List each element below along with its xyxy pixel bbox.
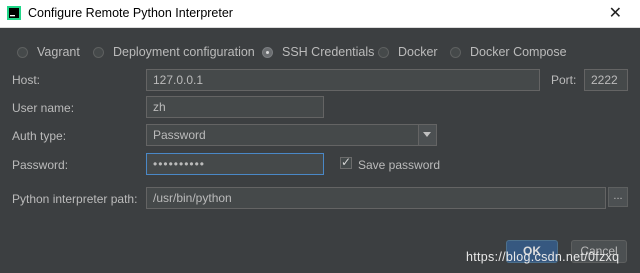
radio-button[interactable] (17, 46, 28, 58)
radio-label: Deployment configuration (113, 45, 255, 59)
dialog-title: Configure Remote Python Interpreter (28, 6, 233, 20)
radio-label: Docker Compose (470, 45, 567, 59)
port-input[interactable]: 2222 (584, 69, 628, 91)
radio-label: Vagrant (37, 45, 80, 59)
auth-type-select[interactable]: Password (146, 124, 437, 146)
radio-docker[interactable]: Docker (378, 44, 438, 60)
radio-ssh-credentials[interactable]: SSH Credentials (262, 44, 374, 60)
radio-label: Docker (398, 45, 438, 59)
radio-label: SSH Credentials (282, 45, 375, 59)
radio-docker-compose[interactable]: Docker Compose (450, 44, 567, 60)
password-input[interactable]: •••••••••• (146, 153, 324, 175)
close-icon[interactable]: ✕ (609, 3, 622, 23)
host-label: Host: (12, 73, 41, 87)
browse-button[interactable]: ... (608, 187, 628, 207)
radio-button[interactable] (378, 46, 389, 58)
username-input[interactable]: zh (146, 96, 324, 118)
radio-deployment-configuration[interactable]: Deployment configuration (93, 44, 255, 60)
password-label: Password: (12, 158, 69, 172)
pycharm-app-icon (7, 6, 21, 20)
save-password-label: Save password (358, 158, 441, 172)
title-bar: Configure Remote Python Interpreter ✕ (0, 0, 640, 28)
connection-type-group: Vagrant Deployment configuration SSH Cre… (0, 44, 640, 60)
radio-vagrant[interactable]: Vagrant (17, 44, 80, 60)
watermark-text: https://blog.csdn.net/0fzxq (466, 250, 620, 264)
radio-button[interactable] (450, 46, 461, 58)
radio-button[interactable] (93, 46, 104, 58)
auth-type-label: Auth type: (12, 129, 67, 143)
username-label: User name: (12, 101, 75, 115)
interpreter-path-input[interactable]: /usr/bin/python (146, 187, 606, 209)
port-label: Port: (551, 73, 577, 87)
auth-type-value: Password (153, 128, 206, 142)
save-password-checkbox[interactable] (340, 155, 352, 169)
host-input[interactable]: 127.0.0.1 (146, 69, 540, 91)
radio-button-selected[interactable] (262, 46, 273, 58)
chevron-down-icon[interactable] (418, 125, 436, 145)
interpreter-path-label: Python interpreter path: (12, 192, 138, 206)
